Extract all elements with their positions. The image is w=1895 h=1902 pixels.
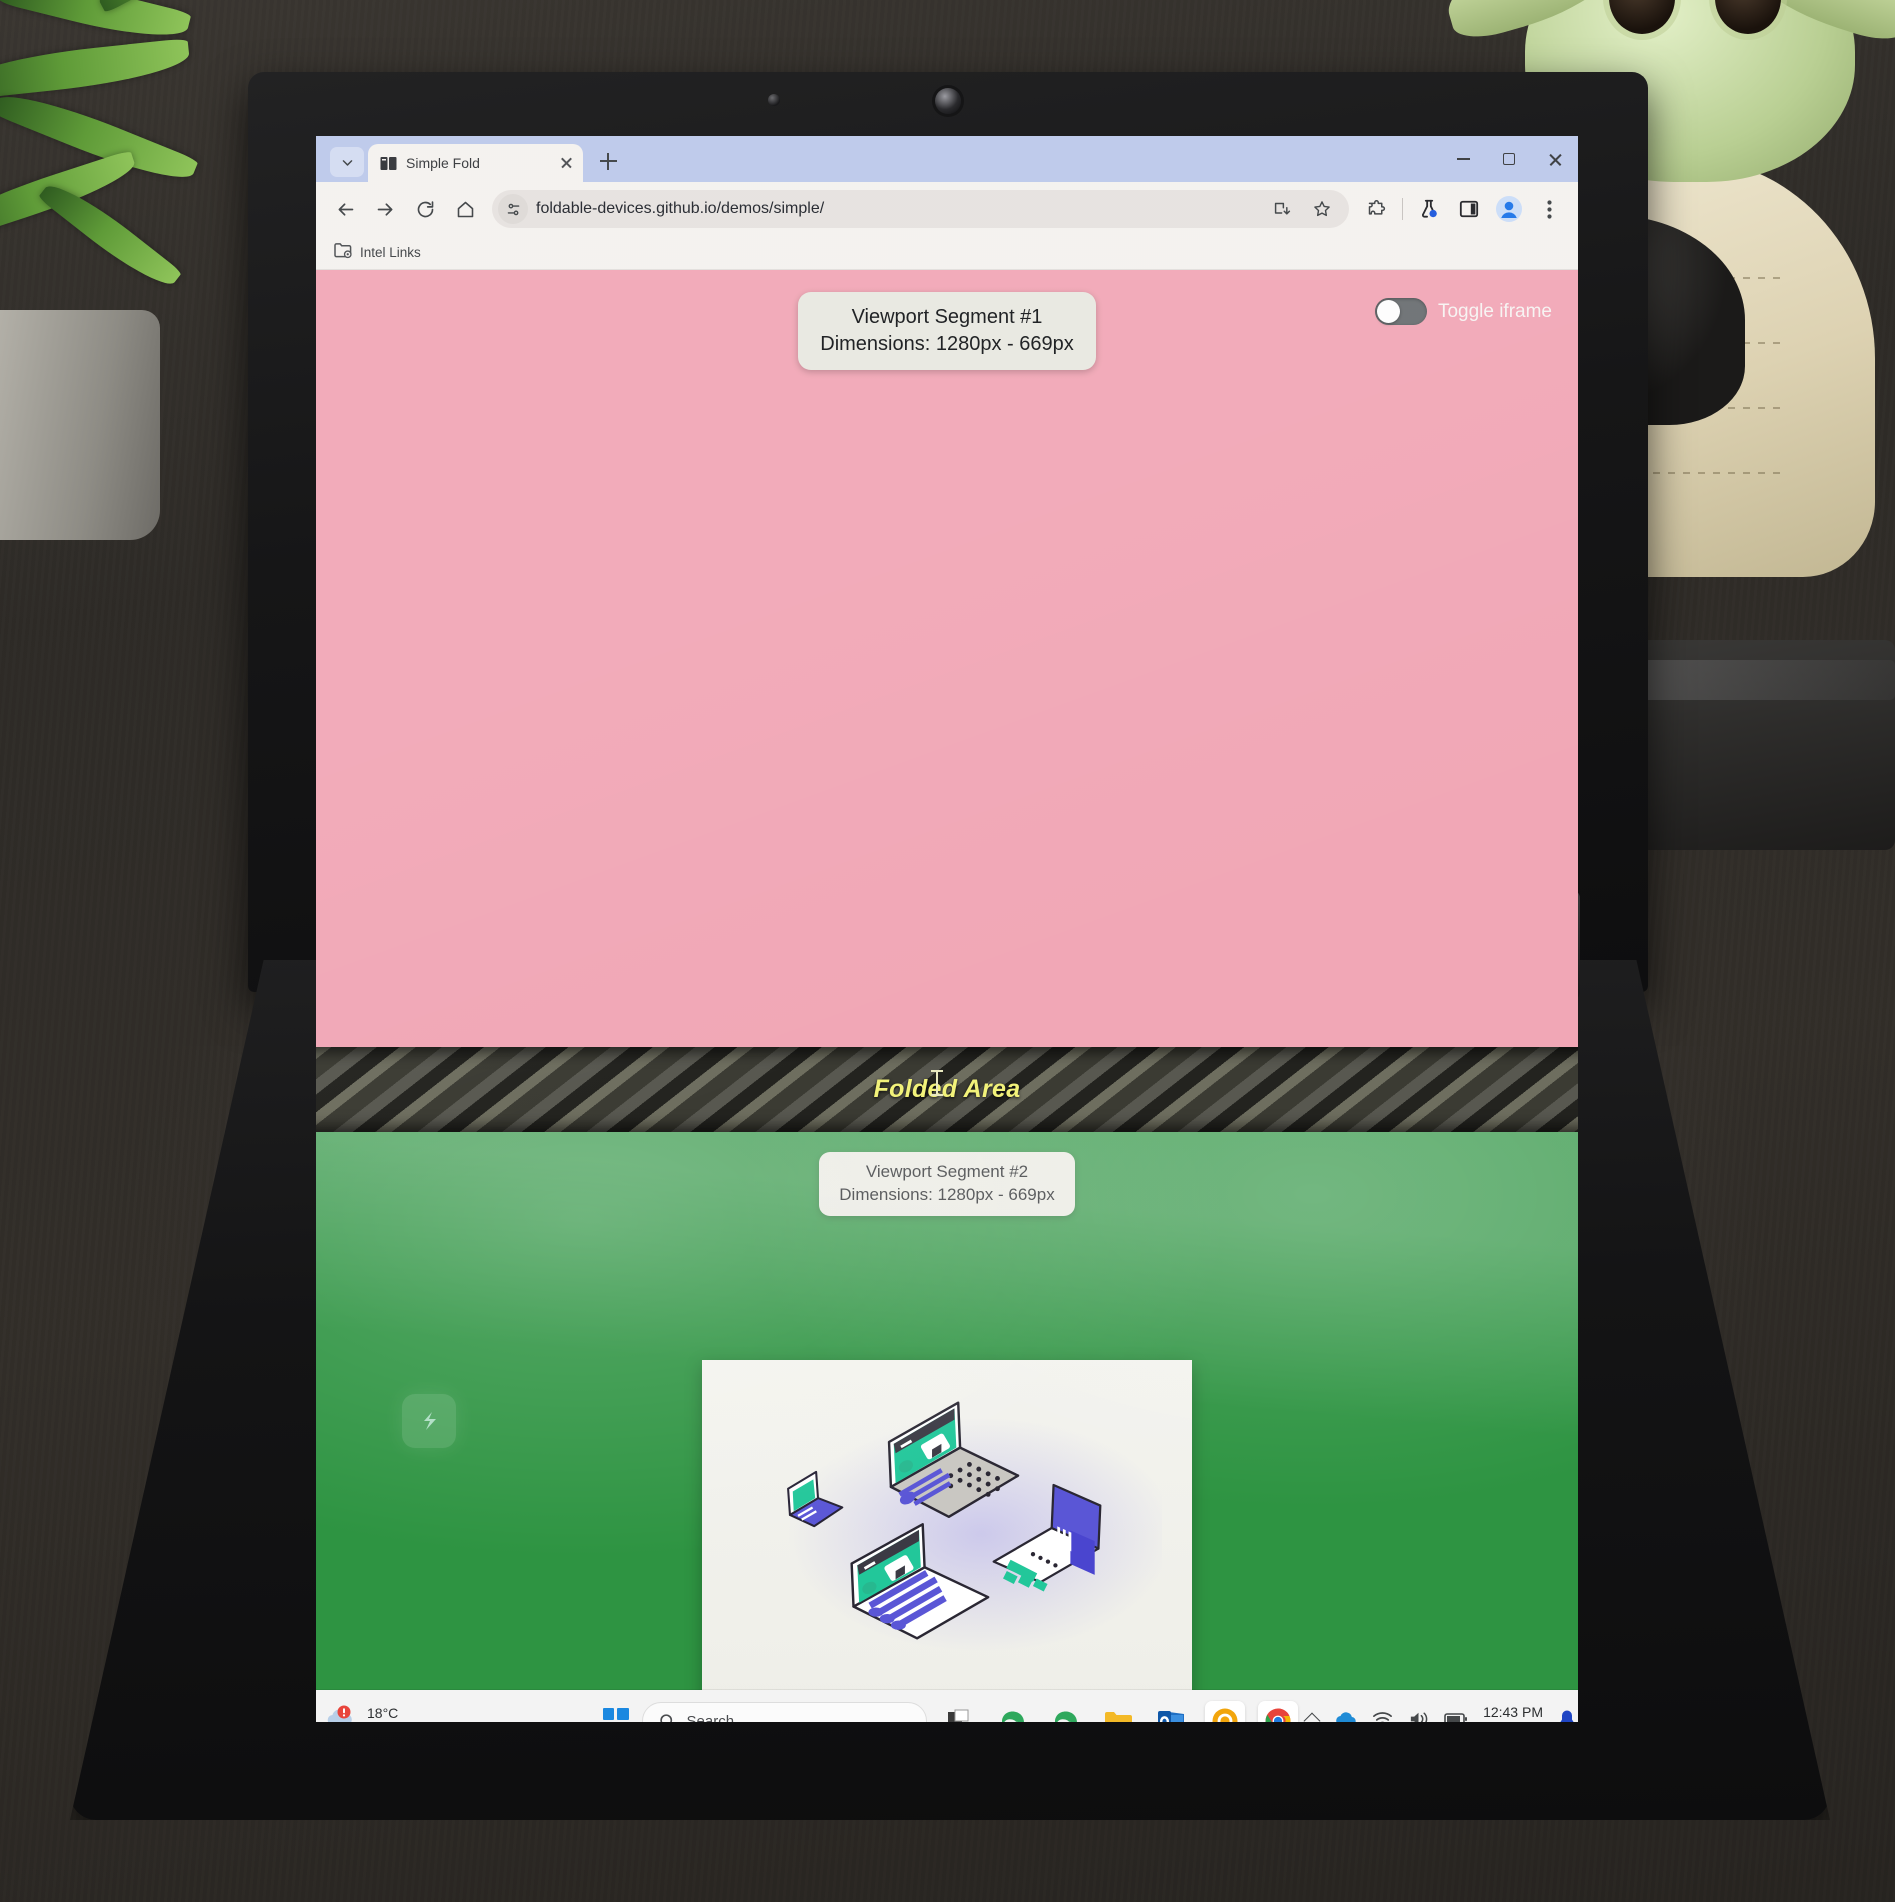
show-hidden-icons-chevron-icon[interactable]: [1303, 1712, 1321, 1722]
toggle-iframe-control[interactable]: Toggle iframe: [1374, 298, 1552, 325]
clock-date: 4/8/2024: [1483, 1721, 1544, 1722]
taskbar-weather-widget[interactable]: 18°C Cloudy: [316, 1704, 594, 1722]
volume-icon[interactable]: [1408, 1710, 1429, 1722]
bookmark-item-intel-links[interactable]: Intel Links: [360, 245, 421, 260]
bookmarks-bar: Intel Links: [316, 236, 1578, 270]
segment-1-title: Viewport Segment #1: [851, 306, 1043, 328]
foldable-laptops-illustration: [732, 1382, 1162, 1674]
url-text: foldable-devices.github.io/demos/simple/: [536, 200, 825, 217]
weather-condition: Cloudy: [367, 1721, 409, 1722]
forward-arrow-icon[interactable]: [366, 190, 404, 228]
sensor-dot-left: [768, 94, 780, 106]
segment-1-dimensions: Dimensions: 1280px - 669px: [820, 333, 1074, 355]
segment-1-badge: Viewport Segment #1 Dimensions: 1280px -…: [798, 292, 1096, 370]
install-app-icon[interactable]: [1263, 190, 1301, 228]
cloud-alert-icon: [324, 1705, 358, 1722]
extensions-puzzle-icon[interactable]: [1357, 190, 1395, 228]
foldable-laptop-device: Simple Fold foldable-devices.github.io/d…: [0, 0, 1895, 1902]
browser-tab-strip: Simple Fold: [316, 136, 1578, 182]
viewport-segment-1: Viewport Segment #1 Dimensions: 1280px -…: [316, 270, 1578, 1047]
back-arrow-icon[interactable]: [326, 190, 364, 228]
toggle-iframe-label: Toggle iframe: [1437, 300, 1552, 322]
new-tab-button[interactable]: [590, 143, 626, 179]
toolbar-divider: [1402, 198, 1403, 220]
side-panel-icon[interactable]: [1450, 190, 1488, 228]
managed-folder-icon: [334, 242, 353, 264]
chrome-icon[interactable]: [1257, 1701, 1298, 1722]
clock-time: 12:43 PM: [1483, 1703, 1543, 1720]
search-icon: [659, 1713, 672, 1722]
windows-taskbar: 18°C Cloudy Search: [316, 1690, 1578, 1722]
browser-toolbar: foldable-devices.github.io/demos/simple/: [316, 182, 1578, 236]
chrome-labs-icon[interactable]: [1410, 190, 1448, 228]
book-icon: [380, 156, 397, 171]
task-view-icon[interactable]: [940, 1701, 980, 1722]
folded-area-strip: Folded Area: [316, 1047, 1578, 1132]
home-icon[interactable]: [446, 190, 484, 228]
close-window-button[interactable]: [1532, 138, 1578, 180]
folder-icon[interactable]: [1099, 1701, 1139, 1722]
address-bar[interactable]: foldable-devices.github.io/demos/simple/: [492, 190, 1349, 228]
outlook-icon[interactable]: [1152, 1701, 1192, 1722]
toggle-knob: [1376, 300, 1400, 323]
toggle-iframe-switch[interactable]: [1374, 298, 1427, 325]
segment-2-badge: Viewport Segment #2 Dimensions: 1280px -…: [819, 1152, 1075, 1216]
wifi-icon[interactable]: [1372, 1710, 1393, 1722]
minimize-button[interactable]: [1440, 138, 1486, 180]
taskbar-search-box[interactable]: Search: [641, 1702, 927, 1723]
close-icon[interactable]: [557, 154, 575, 172]
three-dot-menu-icon[interactable]: [1530, 190, 1568, 228]
notification-bell-icon[interactable]: [1558, 1709, 1576, 1722]
edge-dev-icon[interactable]: [1046, 1701, 1086, 1722]
browser-tab-simple-fold[interactable]: Simple Fold: [368, 144, 583, 182]
taskbar-system-tray: 12:43 PM 4/8/2024: [1303, 1704, 1578, 1723]
tab-title: Simple Fold: [406, 155, 480, 171]
lightning-badge-icon: [402, 1394, 456, 1448]
reload-icon[interactable]: [406, 190, 444, 228]
chrome-canary-icon[interactable]: [1204, 1701, 1245, 1722]
edge-icon[interactable]: [993, 1701, 1033, 1722]
onedrive-icon[interactable]: [1333, 1710, 1357, 1722]
search-placeholder: Search: [686, 1712, 735, 1723]
folded-area-label: Folded Area: [874, 1070, 1021, 1104]
webcam-icon: [935, 88, 961, 114]
maximize-button[interactable]: [1486, 138, 1532, 180]
weather-temperature: 18°C: [367, 1704, 399, 1721]
taskbar-center-group: Search: [594, 1701, 1306, 1722]
windows-start-icon[interactable]: [602, 1708, 629, 1722]
foldable-screen: Simple Fold foldable-devices.github.io/d…: [316, 136, 1578, 1722]
upper-display-half: Simple Fold foldable-devices.github.io/d…: [316, 136, 1578, 1047]
profile-avatar-icon[interactable]: [1490, 190, 1528, 228]
segment-2-dimensions: Dimensions: 1280px - 669px: [839, 1184, 1055, 1204]
tune-icon[interactable]: [498, 194, 528, 224]
taskbar-clock[interactable]: 12:43 PM 4/8/2024: [1483, 1704, 1543, 1723]
viewport-segment-2: Viewport Segment #2 Dimensions: 1280px -…: [316, 1132, 1578, 1722]
device-info-card: The viewport dimension is 1280 x 1528. T…: [702, 1360, 1192, 1722]
battery-icon[interactable]: [1444, 1712, 1468, 1722]
star-icon[interactable]: [1303, 190, 1341, 228]
text-cursor-icon: [930, 1070, 943, 1096]
tab-search-chevron-down-icon[interactable]: [330, 147, 364, 177]
segment-2-title: Viewport Segment #2: [865, 1162, 1029, 1181]
window-controls: [1440, 136, 1578, 182]
segment-2-badge-wrap: Viewport Segment #2 Dimensions: 1280px -…: [316, 1152, 1578, 1216]
